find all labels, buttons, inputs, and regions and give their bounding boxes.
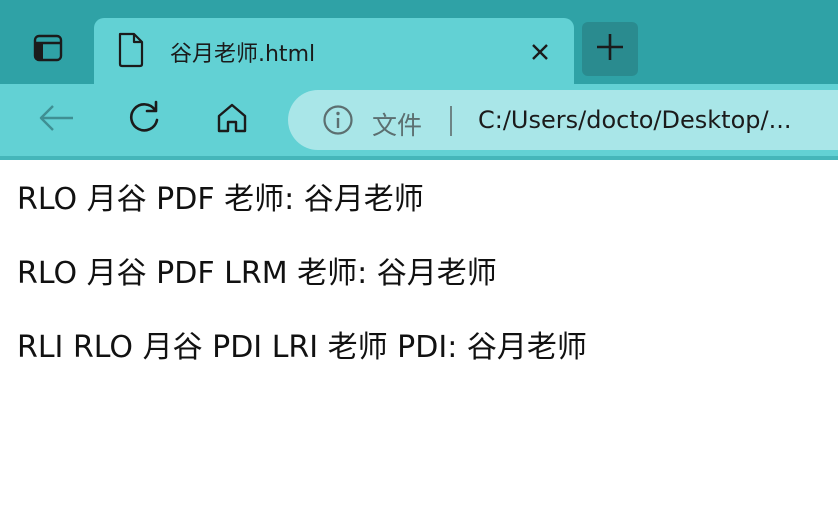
file-icon — [116, 32, 146, 68]
refresh-button[interactable] — [120, 96, 168, 144]
tab-strip: 谷月老师.html — [0, 0, 838, 86]
new-tab-button[interactable] — [582, 22, 638, 76]
plus-icon — [595, 32, 625, 66]
close-icon[interactable] — [524, 36, 556, 68]
tab-title: 谷月老师.html — [170, 42, 316, 67]
address-divider — [450, 106, 452, 136]
tab-actions-button[interactable] — [20, 22, 76, 78]
back-button[interactable] — [32, 96, 80, 144]
tab-actions-icon — [33, 33, 63, 67]
home-button[interactable] — [208, 96, 256, 144]
tab-active[interactable]: 谷月老师.html — [94, 18, 574, 86]
content-line-1: RLO 月谷 PDF 老师: 谷月老师 — [17, 182, 424, 217]
address-bar[interactable]: 文件 C:/Users/docto/Desktop/... — [288, 90, 838, 150]
back-arrow-icon — [37, 103, 75, 137]
content-line-2: RLO 月谷 PDF LRM 老师: 谷月老师 — [17, 256, 497, 291]
content-line-3: RLI RLO 月谷 PDI LRI 老师 PDI: 谷月老师 — [17, 330, 587, 365]
browser-window: 谷月老师.html 文件 C:/Users/docto/Desktop/... … — [0, 0, 838, 505]
page-type-label: 文件 — [372, 111, 423, 140]
url-text[interactable]: C:/Users/docto/Desktop/... — [478, 106, 791, 134]
page-content: RLO 月谷 PDF 老师: 谷月老师 RLO 月谷 PDF LRM 老师: 谷… — [0, 160, 838, 505]
refresh-icon — [126, 100, 162, 140]
info-icon[interactable] — [322, 104, 354, 136]
navigation-toolbar: 文件 C:/Users/docto/Desktop/... — [0, 84, 838, 156]
home-icon — [215, 101, 249, 139]
